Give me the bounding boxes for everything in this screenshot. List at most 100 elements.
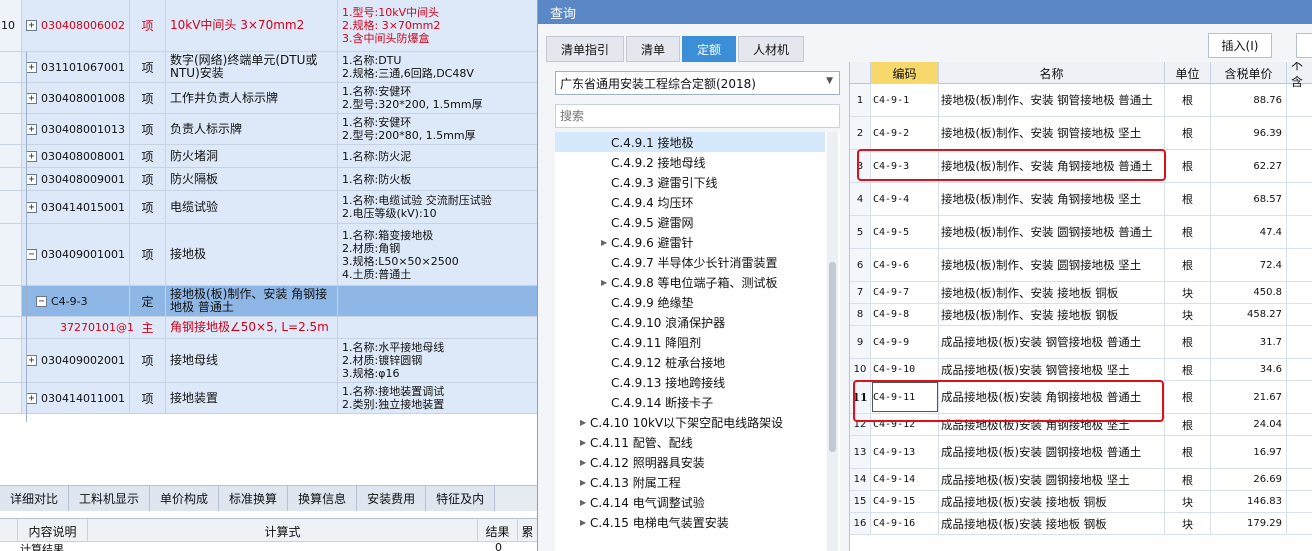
chevron-right-icon[interactable]: ▶ [601,238,611,247]
bottom-tab[interactable]: 特征及内 [426,486,496,511]
table-row[interactable]: 9 C4-9-9 成品接地极(板)安装 钢管接地极 普通土根 31.7 [850,326,1312,359]
tree-node[interactable]: C.4.9.11 降阻剂 [555,332,825,352]
table-row[interactable]: 10 C4-9-10 成品接地极(板)安装 钢管接地极 坚土根 34.6 [850,359,1312,381]
tree-scrollbar[interactable] [827,132,838,551]
table-row[interactable]: 10 +030408006002 项 10kV中间头 3×70mm2 1.型号:10kV… [0,0,537,52]
tree-node[interactable]: C.4.9.13 接地跨接线 [555,372,825,392]
quota-code[interactable]: C4-9-10 [871,359,939,380]
header-price-excl-tax[interactable]: 不含 [1287,62,1312,89]
quota-code[interactable]: C4-9-8 [871,304,939,325]
row-code-cell[interactable]: +030408008001 [22,145,130,167]
table-row[interactable]: +030408001013 项负责人标示牌 1.名称:安健环 2.型号:200*80… [0,114,537,145]
collapse-icon[interactable]: − [26,249,37,260]
table-row[interactable]: 37270101@1 主角钢接地极∠50×5, L=2.5m [0,317,537,339]
collapse-icon[interactable]: − [36,295,47,307]
quota-code[interactable]: C4-9-15 [871,491,939,512]
more-button[interactable] [1296,33,1312,58]
tree-node[interactable]: C.4.9.2 接地母线 [555,152,825,172]
tree-node[interactable]: ▶ C.4.10 10kV以下架空配电线路架设 [555,412,825,432]
bottom-tab[interactable]: 单价构成 [150,486,220,511]
tree-node[interactable]: C.4.9.9 绝缘垫 [555,292,825,312]
bottom-tab[interactable]: 标准换算 [219,486,289,511]
row-code-cell[interactable]: +030409002001 [22,339,130,382]
quota-code[interactable]: C4-9-9 [871,326,939,358]
table-row[interactable]: 7 C4-9-7 接地极(板)制作、安装 接地板 铜板块 450.8 [850,282,1312,304]
expand-icon[interactable]: + [26,392,37,404]
dialog-tab[interactable]: 清单指引 [546,36,625,62]
tree-node[interactable]: C.4.9.1 接地极 [555,132,825,152]
table-row[interactable]: +030408008001 项防火堵洞 1.名称:防火泥 [0,145,537,168]
tree-node[interactable]: ▶ C.4.14 电气调整试验 [555,492,825,512]
tree-node[interactable]: ▶ C.4.9.8 等电位端子箱、测试板 [555,272,825,292]
chevron-right-icon[interactable]: ▶ [580,478,590,487]
tree-node[interactable]: ▶ C.4.9.6 避雷针 [555,232,825,252]
chevron-right-icon[interactable]: ▶ [580,458,590,467]
tree-scroll-thumb[interactable] [829,262,836,452]
tree-node[interactable]: ▶ C.4.13 附属工程 [555,472,825,492]
quota-library-select[interactable]: 广东省通用安装工程综合定额(2018) ▼ [555,71,840,95]
quota-code[interactable]: C4-9-4 [871,183,939,215]
insert-button[interactable]: 插入(I) [1208,33,1272,58]
expand-icon[interactable]: + [26,92,37,104]
table-row[interactable]: 16 C4-9-16 成品接地极(板)安装 接地板 钢板块 179.29 [850,513,1312,535]
table-row[interactable]: 8 C4-9-8 接地极(板)制作、安装 接地板 钢板块 458.27 [850,304,1312,326]
bottom-tab[interactable]: 详细对比 [0,486,70,511]
bottom-tab[interactable]: 换算信息 [288,486,358,511]
table-row[interactable]: 6 C4-9-6 接地极(板)制作、安装 圆钢接地极 坚土根 72.4 [850,249,1312,282]
tree-node[interactable]: ▶ C.4.15 电梯电气装置安装 [555,512,825,532]
quota-code[interactable]: C4-9-13 [871,436,939,468]
chevron-right-icon[interactable]: ▶ [601,278,611,287]
dialog-tab[interactable]: 人材机 [738,36,805,62]
expand-icon[interactable]: + [26,150,37,162]
bottom-tab[interactable]: 工料机显示 [69,486,151,511]
chevron-right-icon[interactable]: ▶ [580,438,590,447]
row-code-cell[interactable]: +030408001008 [22,83,130,113]
tree-node[interactable]: ▶ C.4.11 配管、配线 [555,432,825,452]
tree-node[interactable]: C.4.9.14 断接卡子 [555,392,825,412]
row-code-cell[interactable]: +030408006002 [22,0,130,51]
table-row[interactable]: +031101067001 项数字(网络)终端单元(DTU或NTU)安装 1.名称:… [0,52,537,83]
table-row[interactable]: 2 C4-9-2 接地极(板)制作、安装 钢管接地极 坚土根 96.39 [850,117,1312,150]
quota-code[interactable]: C4-9-16 [871,513,939,534]
dialog-tab[interactable]: 清单 [626,36,681,62]
tree-node[interactable]: C.4.9.10 浪涌保护器 [555,312,825,332]
chevron-right-icon[interactable]: ▶ [580,518,590,527]
row-code-cell[interactable]: +030408001013 [22,114,130,144]
table-row[interactable]: 5 C4-9-5 接地极(板)制作、安装 圆钢接地极 普通土根 47.4 [850,216,1312,249]
tree-node[interactable]: C.4.9.3 避雷引下线 [555,172,825,192]
chevron-right-icon[interactable]: ▶ [580,418,590,427]
table-row[interactable]: −030409001001 项接地极 1.名称:箱变接地极 2.材质:角钢 3.规格… [0,224,537,286]
expand-icon[interactable]: + [26,201,37,213]
expand-icon[interactable]: + [26,173,37,185]
row-code-cell[interactable]: +030414015001 [22,191,130,223]
quota-code[interactable]: C4-9-5 [871,216,939,248]
quota-code[interactable]: C4-9-7 [871,282,939,303]
tree-node[interactable]: C.4.9.7 半导体少长针消雷装置 [555,252,825,272]
quota-code[interactable]: C4-9-14 [871,469,939,490]
row-code-cell[interactable]: +031101067001 [22,52,130,82]
table-row[interactable]: +030408009001 项防火隔板 1.名称:防火板 [0,168,537,191]
quota-code[interactable]: C4-9-6 [871,249,939,281]
table-row[interactable]: +030408001008 项工作井负责人标示牌 1.名称:安健环 2.型号:320… [0,83,537,114]
quota-code[interactable]: C4-9-1 [871,84,939,116]
tree-node[interactable]: C.4.9.12 桩承台接地 [555,352,825,372]
expand-icon[interactable]: + [26,61,37,73]
table-row[interactable]: +030414015001 项电缆试验 1.名称:电缆试验 交流耐压试验 2.电压等… [0,191,537,224]
header-code[interactable]: 编码 [871,62,939,84]
table-row[interactable]: 15 C4-9-15 成品接地极(板)安装 接地板 铜板块 146.83 [850,491,1312,513]
table-row[interactable]: +030409002001 项接地母线 1.名称:水平接地母线 2.材质:镀锌圆钢 … [0,339,537,383]
row-code-cell[interactable]: −030409001001 [22,224,130,285]
table-row[interactable]: 4 C4-9-4 接地极(板)制作、安装 角钢接地极 坚土根 68.57 [850,183,1312,216]
header-price[interactable]: 含税单价 [1211,62,1287,84]
table-row[interactable]: 14 C4-9-14 成品接地极(板)安装 圆钢接地极 坚土根 26.69 [850,469,1312,491]
table-row[interactable]: 1 C4-9-1 接地极(板)制作、安装 钢管接地极 普通土根 88.76 [850,84,1312,117]
row-code-cell[interactable]: +030408009001 [22,168,130,190]
header-name[interactable]: 名称 [939,62,1165,84]
search-input[interactable] [555,104,840,128]
header-unit[interactable]: 单位 [1165,62,1211,84]
row-code-cell[interactable]: +030414011001 [22,383,130,413]
table-row[interactable]: +030414011001 项接地装置 1.名称:接地装置调试 2.类别:独立接地装… [0,383,537,414]
chevron-right-icon[interactable]: ▶ [580,498,590,507]
row-code-cell[interactable]: − C4-9-3 [22,286,130,316]
expand-icon[interactable]: + [26,20,37,31]
